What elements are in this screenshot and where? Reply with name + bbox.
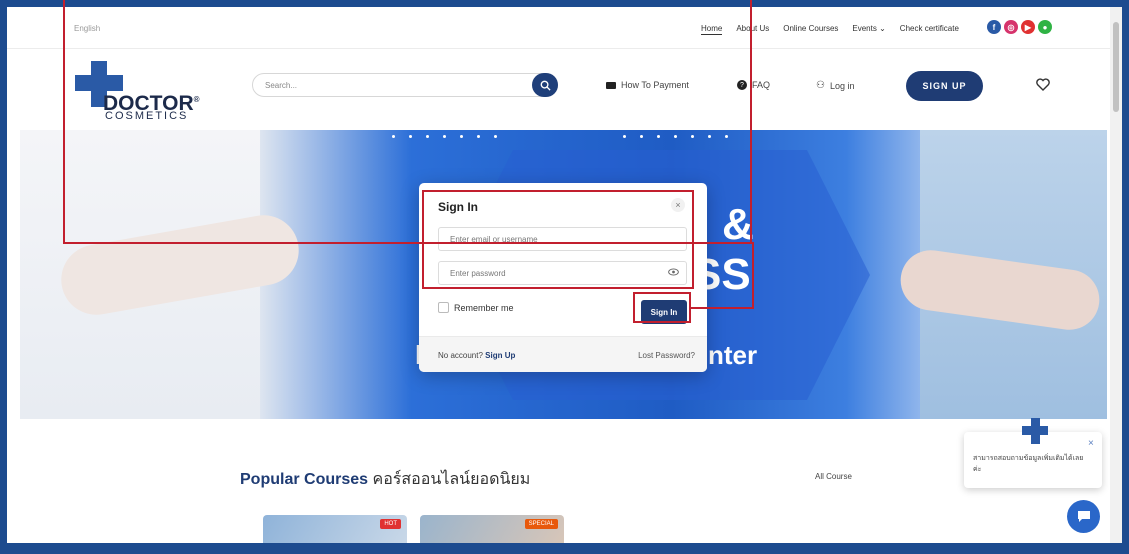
- chat-button[interactable]: [1067, 500, 1100, 533]
- nav-home[interactable]: Home: [701, 24, 723, 35]
- search-placeholder: Search...: [265, 81, 298, 90]
- checkbox-box[interactable]: [438, 302, 449, 313]
- course-card-1[interactable]: HOT: [263, 515, 407, 543]
- search-icon: [540, 80, 551, 91]
- popular-courses-title-th: คอร์สออนไลน์ยอดนิยม: [372, 471, 531, 488]
- chat-message: สามารถสอบถามข้อมูลเพิ่มเติมได้เลยค่ะ: [973, 455, 1084, 473]
- signup-button[interactable]: SIGN UP: [906, 71, 983, 101]
- chat-logo-icon: [1022, 418, 1048, 444]
- question-icon: ?: [737, 80, 747, 90]
- eye-icon[interactable]: [668, 268, 679, 278]
- all-course-link[interactable]: All Course: [815, 472, 852, 481]
- user-icon: ⚇: [816, 80, 825, 91]
- how-to-payment-link[interactable]: How To Payment: [606, 80, 689, 90]
- nav-events[interactable]: Events ⌄: [852, 24, 885, 35]
- sign-up-link[interactable]: Sign Up: [485, 351, 515, 360]
- modal-footer: No account? Sign Up Lost Password?: [419, 336, 707, 372]
- special-badge: SPECIAL: [524, 519, 558, 529]
- hero-text-nter: nter: [708, 340, 758, 370]
- top-bar: English Home About Us Online Courses Eve…: [7, 7, 1110, 49]
- password-placeholder: Enter password: [450, 269, 506, 278]
- instagram-icon[interactable]: ◎: [1004, 20, 1018, 34]
- modal-title: Sign In: [438, 200, 478, 214]
- wishlist-heart-icon[interactable]: [1036, 78, 1050, 96]
- popular-courses-title-en: Popular Courses: [240, 471, 369, 488]
- hero-dots-left: [392, 135, 497, 138]
- logo-mark: ®: [193, 95, 200, 104]
- nav-events-label: Events: [852, 24, 877, 33]
- login-link[interactable]: ⚇ Log in: [816, 80, 855, 91]
- language-switcher[interactable]: English: [74, 24, 100, 33]
- top-navigation: Home About Us Online Courses Events ⌄ Ch…: [701, 24, 959, 35]
- logo-cross-horizontal: [75, 75, 123, 91]
- social-links: f ◎ ▶ ●: [987, 20, 1052, 34]
- remember-me-checkbox[interactable]: Remember me: [438, 302, 514, 313]
- sign-in-button[interactable]: Sign In: [641, 300, 687, 324]
- chat-close-icon[interactable]: ×: [1088, 438, 1094, 449]
- browser-viewport: English Home About Us Online Courses Eve…: [7, 7, 1110, 543]
- line-icon[interactable]: ●: [1038, 20, 1052, 34]
- nav-online-courses[interactable]: Online Courses: [783, 24, 838, 35]
- username-placeholder: Enter email or username: [450, 235, 538, 244]
- no-account-label: No account?: [438, 351, 483, 360]
- nav-check-certificate[interactable]: Check certificate: [900, 24, 959, 35]
- remember-me-label: Remember me: [454, 302, 514, 313]
- youtube-icon[interactable]: ▶: [1021, 20, 1035, 34]
- faq-label: FAQ: [752, 80, 771, 90]
- login-label: Log in: [829, 80, 855, 91]
- nav-about-us[interactable]: About Us: [736, 24, 769, 35]
- sign-in-modal: Sign In × Enter email or username Enter …: [419, 183, 707, 372]
- logo-line2: COSMETICS: [105, 110, 189, 122]
- password-field[interactable]: Enter password: [438, 261, 687, 285]
- course-card-2[interactable]: SPECIAL: [420, 515, 564, 543]
- hero-dots-right: [623, 135, 728, 138]
- search-button[interactable]: [532, 73, 558, 97]
- payment-icon: [606, 81, 616, 89]
- facebook-icon[interactable]: f: [987, 20, 1001, 34]
- chevron-down-icon: ⌄: [879, 24, 886, 33]
- chat-bubble-icon: [1077, 511, 1090, 522]
- search-input[interactable]: Search...: [252, 73, 558, 97]
- faq-link[interactable]: ? FAQ: [737, 80, 770, 90]
- lost-password-link[interactable]: Lost Password?: [638, 351, 695, 360]
- close-icon[interactable]: ×: [671, 198, 685, 212]
- site-logo[interactable]: DOCTOR® COSMETICS: [73, 59, 223, 122]
- no-account-text: No account? Sign Up: [438, 351, 515, 360]
- scrollbar-thumb[interactable]: [1113, 22, 1119, 112]
- hero-text-ampersand: &: [722, 200, 754, 249]
- vertical-scrollbar[interactable]: [1110, 7, 1122, 543]
- username-field[interactable]: Enter email or username: [438, 227, 687, 251]
- how-to-payment-label: How To Payment: [621, 80, 689, 90]
- popular-courses-heading: Popular Courses คอร์สออนไลน์ยอดนิยม: [240, 467, 530, 492]
- hot-badge: HOT: [380, 519, 401, 529]
